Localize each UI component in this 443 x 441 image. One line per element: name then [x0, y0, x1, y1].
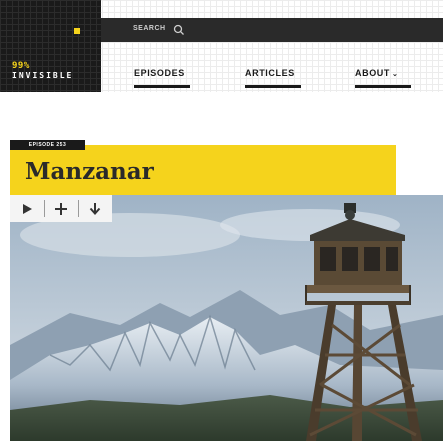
plus-icon: [55, 202, 67, 215]
nav-underline: [245, 85, 301, 88]
search-label: SEARCH: [133, 25, 166, 32]
episode-badge: EPISODE 253: [10, 140, 85, 150]
nav-underline: [355, 85, 411, 88]
nav-episodes[interactable]: EPISODES: [134, 68, 190, 88]
nav-articles-label: ARTICLES: [245, 68, 295, 78]
player-controls: [10, 195, 112, 222]
download-icon: [89, 202, 101, 215]
download-button[interactable]: [78, 195, 112, 222]
main-nav: EPISODES ARTICLES ABOUT ⌄: [0, 68, 443, 92]
search-bar[interactable]: SEARCH: [101, 18, 443, 42]
play-button[interactable]: [10, 195, 44, 222]
logo-dot: [74, 28, 80, 34]
nav-episodes-label: EPISODES: [134, 68, 185, 78]
nav-underline: [134, 85, 190, 88]
nav-articles[interactable]: ARTICLES: [245, 68, 301, 88]
hero-photo: [10, 195, 443, 441]
nav-about[interactable]: ABOUT ⌄: [355, 68, 411, 88]
hero-image: [10, 195, 443, 441]
add-button[interactable]: [44, 195, 78, 222]
episode-title: Manzanar: [25, 158, 154, 185]
play-icon: [23, 203, 32, 214]
nav-about-label: ABOUT: [355, 68, 390, 78]
search-icon[interactable]: [172, 23, 186, 37]
chevron-down-icon: ⌄: [392, 71, 399, 78]
